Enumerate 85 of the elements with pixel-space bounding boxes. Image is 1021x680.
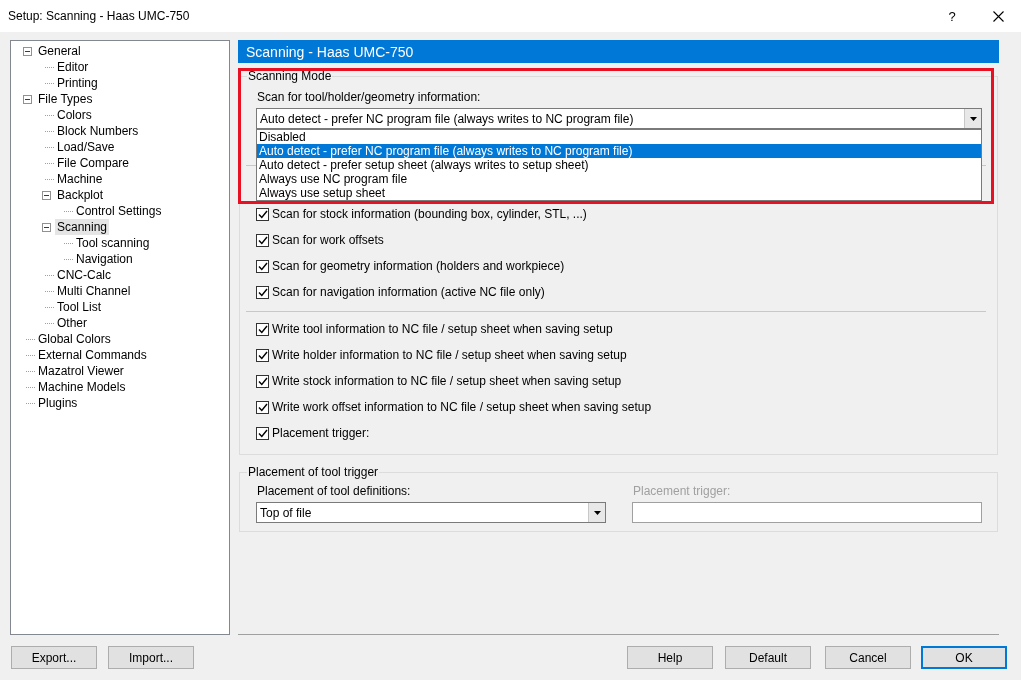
tree-connector-icon [44,162,54,164]
dialog-button[interactable]: Import... [108,646,194,669]
tree-item[interactable]: Tool List [55,299,104,315]
tree-connector-icon [63,258,73,260]
dialog-button[interactable]: Default [725,646,811,669]
tree-item[interactable]: File Compare [55,155,132,171]
tree-connector-icon [44,306,54,308]
tree-connector-icon [44,322,54,324]
tree-item[interactable]: Backplot [55,187,106,203]
tree-connector-icon [44,178,54,180]
checkbox-label: Write holder information to NC file / setup sheet when saving setup [272,348,627,362]
tree-connector-icon [25,370,35,372]
dropdown-option[interactable]: Auto detect - prefer NC program file (always writes to NC program file) [257,144,981,158]
tree-connector-icon [44,66,54,68]
tree-item[interactable]: Mazatrol Viewer [36,363,126,379]
tree-item[interactable]: Editor [55,59,91,75]
checkbox-label: Placement trigger: [272,426,370,440]
collapse-icon[interactable] [41,190,51,200]
mode-dropdown[interactable]: Auto detect - prefer NC program file (always writes to NC program file) [256,108,982,129]
checkbox-label: Scan for work offsets [272,233,384,247]
tree-connector-icon [44,274,54,276]
checkbox[interactable] [256,285,269,299]
collapse-icon[interactable] [22,46,32,56]
tree-connector-icon [25,338,35,340]
checkbox-label: Scan for navigation information (active NC file only) [272,285,545,299]
tree-item[interactable]: General [36,43,83,59]
tree-connector-icon [44,114,54,116]
tree-connector-icon [25,402,35,404]
tree-item[interactable]: Other [55,315,89,331]
caret-icon [593,510,601,515]
tree-connector-icon [44,130,54,132]
tree-item[interactable]: Machine [55,171,105,187]
collapse-icon[interactable] [22,94,32,104]
checkbox-label: Write stock information to NC file / setup sheet when saving setup [272,374,622,388]
checkbox[interactable] [256,426,269,440]
checkbox-label: Scan for geometry information (holders and workpiece) [272,259,565,273]
dialog-button[interactable]: Export... [11,646,97,669]
checkbox-label: Write work offset information to NC file / setup sheet when saving setup [272,400,652,414]
checkbox[interactable] [256,322,269,336]
tree-item[interactable]: Colors [55,107,94,123]
checkbox-label: Scan for stock information (bounding box, cylinder, STL, ...) [272,207,587,221]
checkbox[interactable] [256,374,269,388]
input-field[interactable] [632,502,982,523]
dialog-button[interactable]: OK [921,646,1007,669]
dialog-button[interactable]: Help [627,646,713,669]
tree-item[interactable]: Global Colors [36,331,113,347]
help-button[interactable]: ? [929,0,975,32]
tree-item[interactable]: Navigation [74,251,135,267]
tree-item[interactable]: Load/Save [55,139,117,155]
tree-item[interactable]: Printing [55,75,100,91]
tree-item[interactable]: Block Numbers [55,123,141,139]
checkbox-label: Write tool information to NC file / setup sheet when saving setup [272,322,613,336]
dialog-button[interactable]: Cancel [825,646,911,669]
tree-connector-icon [44,290,54,292]
field-label: Placement trigger: [633,483,732,499]
tree-connector-icon [25,386,35,388]
checkbox[interactable] [256,400,269,414]
tree-connector-icon [63,210,73,212]
tree-item[interactable]: Control Settings [74,203,164,219]
caret-icon [969,116,977,121]
group-title: Scanning Mode [247,69,333,83]
tree-item[interactable]: Plugins [36,395,80,411]
tree-item[interactable]: Multi Channel [55,283,133,299]
tree-item[interactable]: Machine Models [36,379,128,395]
checkbox[interactable] [256,348,269,362]
tree-item[interactable]: File Types [36,91,95,107]
tree-item[interactable]: External Commands [36,347,149,363]
tree-connector-icon [25,354,35,356]
tree-item[interactable]: CNC-Calc [55,267,113,283]
tree-item[interactable]: Tool scanning [74,235,152,251]
group-title: Placement of tool trigger [247,465,380,479]
panel-title: Scanning - Haas UMC-750 [238,40,999,63]
collapse-icon[interactable] [41,222,51,232]
placement-dropdown[interactable]: Top of file [256,502,606,523]
checkbox[interactable] [256,233,269,247]
field-label: Placement of tool definitions: [257,483,412,499]
tree-connector-icon [44,82,54,84]
field-label: Scan for tool/holder/geometry information: [257,89,482,105]
checkbox[interactable] [256,259,269,273]
window-title: Setup: Scanning - Haas UMC-750 [8,9,191,23]
tree-item[interactable]: Scanning [55,219,110,235]
tree-connector-icon [63,242,73,244]
checkbox[interactable] [256,207,269,221]
close-icon [992,10,1004,22]
tree-connector-icon [44,146,54,148]
